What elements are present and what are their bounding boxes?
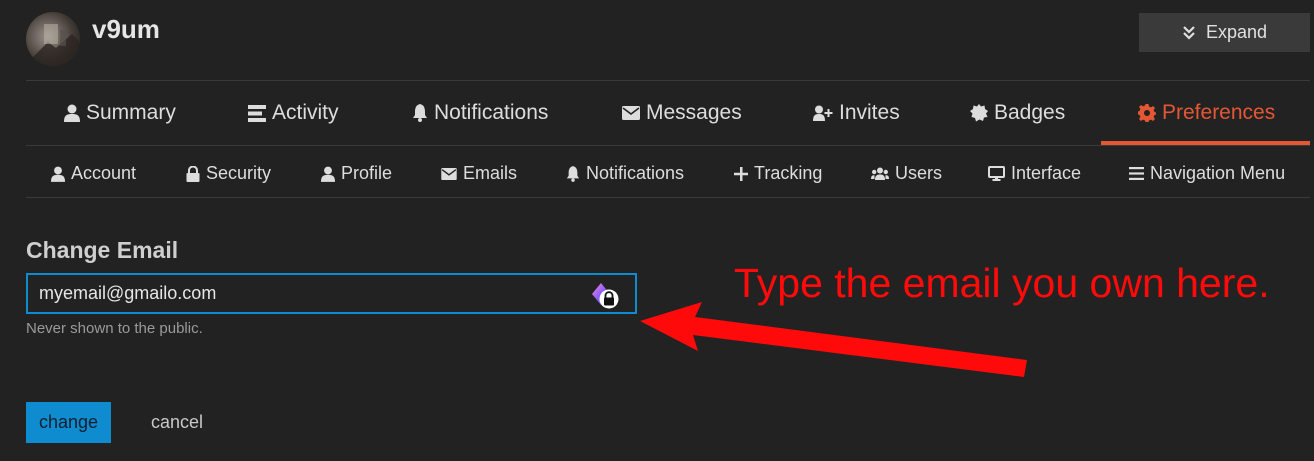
- tab-label: Summary: [86, 101, 176, 124]
- annotation-arrow: [640, 302, 1027, 377]
- bell-icon: [413, 104, 427, 122]
- subtab-profile[interactable]: Profile: [321, 163, 392, 184]
- envelope-icon: [441, 167, 457, 180]
- subtab-label: Profile: [341, 163, 393, 183]
- cancel-link[interactable]: cancel: [151, 412, 203, 433]
- tab-preferences[interactable]: Preferences: [1138, 101, 1275, 125]
- bell-icon: [566, 165, 580, 182]
- lock-icon: [186, 165, 200, 182]
- tab-label: Invites: [839, 101, 900, 124]
- tab-label: Messages: [646, 101, 742, 124]
- desktop-icon: [988, 166, 1005, 181]
- subtab-tracking[interactable]: Tracking: [734, 163, 822, 184]
- tab-badges[interactable]: Badges: [970, 101, 1065, 125]
- subtab-label: Tracking: [754, 163, 823, 183]
- stream-icon: [248, 104, 266, 122]
- primary-nav: Summary Activity Notifications Messages …: [26, 82, 1310, 145]
- tab-label: Badges: [994, 101, 1066, 124]
- cog-icon: [1138, 104, 1156, 122]
- subtab-label: Notifications: [586, 163, 685, 183]
- tab-activity[interactable]: Activity: [248, 101, 339, 125]
- plus-icon: [734, 166, 748, 181]
- email-field[interactable]: [26, 273, 637, 314]
- expand-button[interactable]: Expand: [1139, 13, 1310, 52]
- tab-notifications[interactable]: Notifications: [412, 101, 548, 125]
- subtab-users[interactable]: Users: [871, 163, 942, 184]
- tab-label: Notifications: [434, 101, 549, 124]
- tab-label: Preferences: [1162, 101, 1276, 124]
- tab-summary[interactable]: Summary: [64, 101, 176, 125]
- envelope-icon: [622, 106, 640, 120]
- expand-label: Expand: [1205, 22, 1268, 42]
- subtab-interface[interactable]: Interface: [988, 163, 1081, 184]
- email-help-text: Never shown to the public.: [26, 320, 203, 337]
- subtab-notifications[interactable]: Notifications: [566, 163, 684, 184]
- subtab-label: Interface: [1011, 163, 1082, 183]
- subtab-emails[interactable]: Emails: [441, 163, 517, 184]
- subtab-account[interactable]: Account: [51, 163, 136, 184]
- bars-icon: [1129, 167, 1144, 180]
- username[interactable]: v9um: [92, 14, 160, 45]
- secondary-nav: Account Security Profile Emails Notifica…: [26, 146, 1310, 196]
- page-title: Change Email: [26, 237, 179, 263]
- certificate-icon: [970, 104, 988, 122]
- subnav-divider: [26, 197, 1310, 198]
- double-chevron-down-icon: [1183, 25, 1195, 40]
- subtab-label: Navigation Menu: [1150, 163, 1286, 183]
- tab-invites[interactable]: Invites: [813, 101, 900, 125]
- subtab-label: Emails: [463, 163, 518, 183]
- subtab-navigation-menu[interactable]: Navigation Menu: [1129, 163, 1285, 184]
- user-plus-icon: [813, 105, 833, 121]
- user-icon: [64, 104, 80, 122]
- subtab-label: Users: [895, 163, 943, 183]
- users-icon: [871, 167, 889, 180]
- tab-label: Activity: [272, 101, 339, 124]
- user-icon: [321, 166, 335, 182]
- password-manager-icon[interactable]: [588, 280, 620, 310]
- subtab-label: Security: [206, 163, 272, 183]
- subtab-security[interactable]: Security: [186, 163, 271, 184]
- avatar[interactable]: [26, 12, 80, 66]
- subtab-label: Account: [71, 163, 137, 183]
- user-icon: [51, 166, 65, 182]
- header-divider: [26, 80, 1310, 81]
- change-button[interactable]: change: [26, 402, 111, 443]
- tab-messages[interactable]: Messages: [622, 101, 742, 125]
